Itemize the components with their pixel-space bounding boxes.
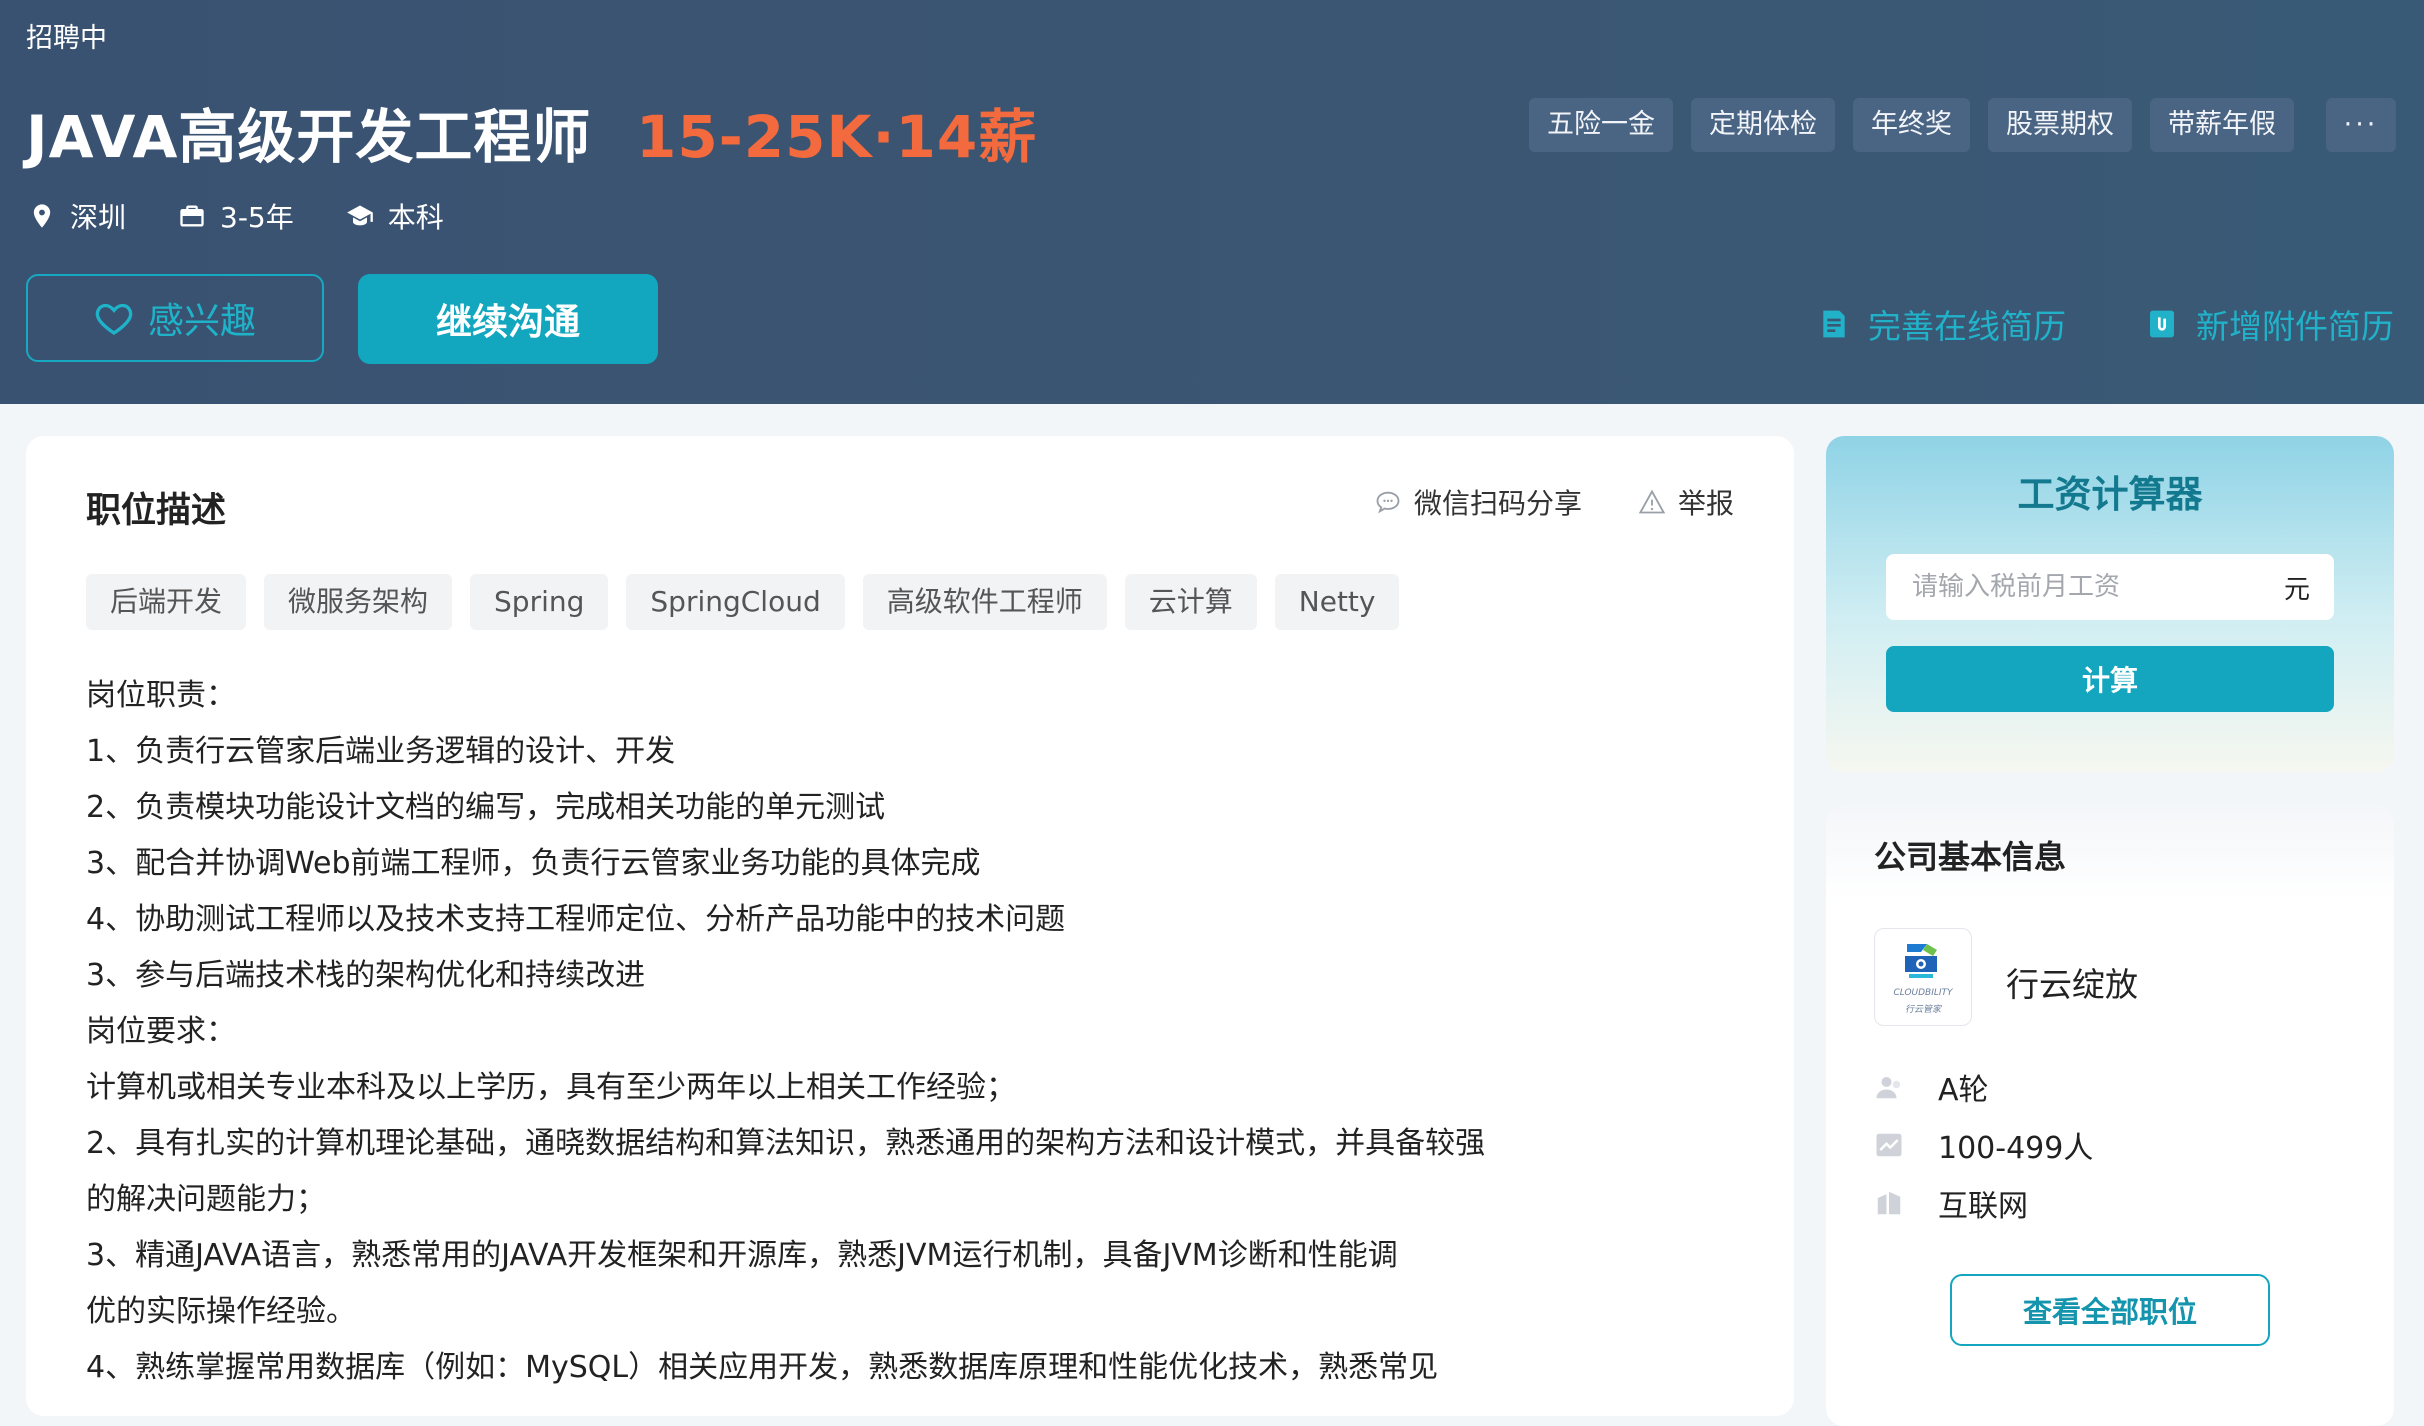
calculate-button[interactable]: 计算 bbox=[1886, 646, 2334, 712]
description-line: 3、配合并协调Web前端工程师，负责行云管家业务功能的具体完成 bbox=[86, 846, 981, 881]
size-label: 100-499人 bbox=[1938, 1131, 2094, 1166]
briefcase-icon bbox=[180, 205, 204, 227]
company-info-card: 公司基本信息 CLOUDBILITY 行云管家 行云绽放 A轮 100-499人… bbox=[1826, 806, 2394, 1426]
card-actions: 微信扫码分享 举报 bbox=[1374, 482, 1734, 522]
improve-resume-link[interactable]: 完善在线简历 bbox=[1818, 300, 2066, 348]
description-line: 岗位要求： bbox=[86, 1014, 236, 1049]
graduation-cap-icon bbox=[346, 205, 373, 226]
job-header: 招聘中 JAVA高级开发工程师 15-25K·14薪 深圳 3-5年 本科 五险… bbox=[0, 0, 2424, 404]
description-line: 4、熟练掌握常用数据库（例如：MySQL）相关应用开发，熟悉数据库原理和性能优化… bbox=[86, 1350, 1439, 1385]
description-line: 优的实际操作经验。 bbox=[86, 1294, 356, 1329]
funding-stage: A轮 bbox=[1874, 1058, 2093, 1116]
more-benefits-button[interactable]: ··· bbox=[2326, 98, 2396, 152]
resume-icon bbox=[1823, 310, 1845, 338]
cloudbility-logo-icon bbox=[1905, 943, 1937, 978]
user-icon bbox=[1876, 1077, 1901, 1099]
education-label: 本科 bbox=[387, 201, 444, 234]
description-line: 1、负责行云管家后端业务逻辑的设计、开发 bbox=[86, 734, 676, 769]
company-size: 100-499人 bbox=[1874, 1116, 2093, 1174]
improve-resume-label: 完善在线简历 bbox=[1868, 307, 2066, 346]
company-name[interactable]: 行云绽放 bbox=[2006, 958, 2138, 1006]
funding-label: A轮 bbox=[1938, 1073, 1989, 1108]
warning-icon bbox=[1638, 489, 1666, 514]
salary-calculator: 工资计算器 元 计算 bbox=[1826, 436, 2394, 772]
description-line: 3、精通JAVA语言，熟悉常用的JAVA开发框架和开源库，熟悉JVM运行机制，具… bbox=[86, 1238, 1398, 1273]
education: 本科 bbox=[346, 196, 444, 236]
job-description-card: 职位描述 微信扫码分享 举报 后端开发 微服务架构 Spring SpringC… bbox=[26, 436, 1794, 1416]
description-line: 的解决问题能力； bbox=[86, 1182, 326, 1217]
company-section-title: 公司基本信息 bbox=[1874, 838, 2067, 876]
report-button[interactable]: 举报 bbox=[1638, 482, 1734, 522]
description-line: 岗位职责： bbox=[86, 678, 236, 713]
skill-tag: 高级软件工程师 bbox=[862, 574, 1107, 630]
benefit-tag: 股票期权 bbox=[1988, 98, 2132, 152]
heart-icon bbox=[95, 303, 133, 335]
description-line: 2、具有扎实的计算机理论基础，通晓数据结构和算法知识，熟悉通用的架构方法和设计模… bbox=[86, 1126, 1486, 1161]
location-pin-icon bbox=[33, 204, 51, 228]
skill-tag: Netty bbox=[1274, 574, 1400, 630]
skill-tag: 云计算 bbox=[1124, 574, 1257, 630]
attachment-icon bbox=[2150, 310, 2174, 338]
calculator-title: 工资计算器 bbox=[2017, 473, 2203, 516]
benefit-tag: 五险一金 bbox=[1529, 98, 1673, 152]
location: 深圳 bbox=[28, 196, 126, 236]
company-info-list: A轮 100-499人 互联网 bbox=[1874, 1058, 2093, 1232]
city-label: 深圳 bbox=[70, 201, 127, 234]
interest-button[interactable]: 感兴趣 bbox=[26, 274, 324, 362]
building-icon bbox=[1877, 1191, 1901, 1215]
view-all-jobs-button[interactable]: 查看全部职位 bbox=[1950, 1274, 2270, 1346]
interest-label: 感兴趣 bbox=[147, 301, 256, 342]
section-title: 职位描述 bbox=[86, 491, 227, 531]
logo-subtext: 行云管家 bbox=[1904, 1004, 1941, 1015]
trend-chart-icon bbox=[1876, 1133, 1902, 1157]
add-attachment-label: 新增附件简历 bbox=[2196, 307, 2394, 346]
skill-tag: SpringCloud bbox=[626, 574, 845, 630]
skill-tag: Spring bbox=[470, 574, 609, 630]
chat-bubble-icon bbox=[1376, 491, 1400, 514]
skill-tag: 后端开发 bbox=[86, 574, 247, 630]
logo-text: CLOUDBILITY bbox=[1893, 987, 1953, 998]
description-line: 计算机或相关专业本科及以上学历，具有至少两年以上相关工作经验； bbox=[86, 1070, 1016, 1105]
industry: 互联网 bbox=[1874, 1174, 2093, 1232]
skill-tag: 微服务架构 bbox=[264, 574, 453, 630]
industry-label: 互联网 bbox=[1938, 1189, 2028, 1224]
company-logo[interactable]: CLOUDBILITY 行云管家 bbox=[1874, 928, 1972, 1026]
description-line: 2、负责模块功能设计文档的编写，完成相关功能的单元测试 bbox=[86, 790, 886, 825]
share-label: 微信扫码分享 bbox=[1413, 487, 1582, 520]
salary-input-box: 元 bbox=[1886, 554, 2334, 620]
skill-tags: 后端开发 微服务架构 Spring SpringCloud 高级软件工程师 云计… bbox=[86, 574, 1400, 630]
benefit-tag: 带薪年假 bbox=[2150, 98, 2294, 152]
report-label: 举报 bbox=[1677, 487, 1734, 520]
currency-unit: 元 bbox=[2283, 574, 2310, 605]
salary: 15-25K·14薪 bbox=[636, 103, 1038, 171]
resume-links: 完善在线简历 新增附件简历 bbox=[1818, 300, 2394, 348]
benefit-tag: 定期体检 bbox=[1691, 98, 1835, 152]
status-badge: 招聘中 bbox=[26, 23, 107, 54]
wechat-share-button[interactable]: 微信扫码分享 bbox=[1374, 482, 1582, 522]
description-line: 3、参与后端技术栈的架构优化和持续改进 bbox=[86, 958, 646, 993]
job-meta: 深圳 3-5年 本科 bbox=[28, 196, 444, 236]
benefit-tag: 年终奖 bbox=[1853, 98, 1970, 152]
job-description-text: 岗位职责： 1、负责行云管家后端业务逻辑的设计、开发 2、负责模块功能设计文档的… bbox=[86, 668, 1526, 1396]
benefit-tags: 五险一金 定期体检 年终奖 股票期权 带薪年假 ··· bbox=[1529, 98, 2396, 152]
salary-input[interactable] bbox=[1910, 571, 2254, 603]
experience: 3-5年 bbox=[178, 196, 294, 236]
add-attachment-resume-link[interactable]: 新增附件简历 bbox=[2146, 300, 2394, 348]
description-line: 4、协助测试工程师以及技术支持工程师定位、分析产品功能中的技术问题 bbox=[86, 902, 1066, 937]
continue-chat-button[interactable]: 继续沟通 bbox=[358, 274, 658, 364]
experience-label: 3-5年 bbox=[220, 201, 294, 234]
job-title: JAVA高级开发工程师 bbox=[26, 103, 592, 171]
